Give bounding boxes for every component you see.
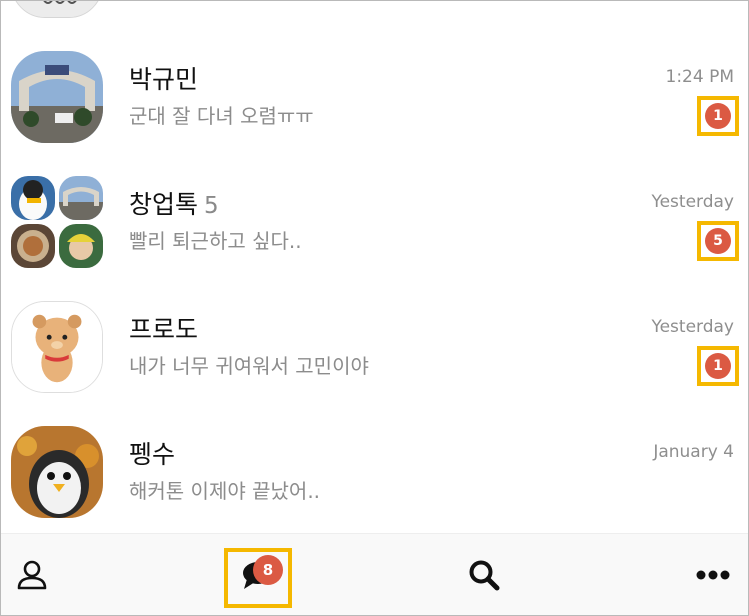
chat-preview: 빨리 퇴근하고 싶다..	[129, 229, 302, 253]
chat-list[interactable]: 박규민 군대 잘 다녀 오렴ㅠㅠ 1:24 PM 1 창업톡 5 빨리 퇴근하고…	[1, 1, 748, 533]
group-photo-collage-icon	[11, 176, 103, 268]
chat-row[interactable]: 펭수 해커톤 이제야 끝났어.. January 4	[1, 426, 748, 533]
frodo-character-icon	[11, 301, 103, 393]
unread-badge: 1	[705, 353, 731, 379]
unread-highlight: 1	[697, 96, 739, 136]
chat-name: 펭수	[129, 440, 176, 469]
person-icon	[17, 560, 47, 590]
chat-name: 프로도	[129, 315, 199, 344]
chat-time: Yesterday	[651, 317, 734, 337]
chat-preview: 해커톤 이제야 끝났어..	[129, 479, 321, 503]
tab-search[interactable]	[451, 534, 517, 615]
search-icon	[469, 560, 500, 591]
member-photo	[11, 224, 55, 268]
more-icon	[696, 570, 730, 580]
unread-highlight: 1	[697, 346, 739, 386]
pengsoo-penguin-icon	[11, 426, 103, 518]
unread-highlight: 5	[697, 221, 739, 261]
chat-time: January 4	[653, 442, 734, 462]
unread-badge: 5	[705, 228, 731, 254]
chats-unread-badge: 8	[253, 555, 283, 585]
member-photo	[11, 176, 55, 220]
chat-row[interactable]: 창업톡 5 빨리 퇴근하고 싶다.. Yesterday 5	[1, 176, 748, 301]
chat-preview: 내가 너무 귀여워서 고민이야	[129, 354, 369, 378]
bottom-tab-bar	[1, 533, 748, 615]
chat-time: Yesterday	[651, 192, 734, 212]
member-photo	[59, 224, 103, 268]
chat-time: 1:24 PM	[665, 67, 735, 87]
military-gate-photo-icon	[11, 51, 103, 143]
unread-badge: 1	[705, 103, 731, 129]
chat-row[interactable]: 박규민 군대 잘 다녀 오렴ㅠㅠ 1:24 PM 1	[1, 51, 748, 176]
tab-more[interactable]	[685, 534, 741, 615]
chat-row[interactable]: 프로도 내가 너무 귀여워서 고민이야 Yesterday 1	[1, 301, 748, 426]
chat-screen: 박규민 군대 잘 다녀 오렴ㅠㅠ 1:24 PM 1 창업톡 5 빨리 퇴근하고…	[0, 0, 749, 616]
tab-friends[interactable]	[1, 534, 63, 615]
chat-name: 창업톡 5	[129, 190, 219, 219]
chat-preview: 군대 잘 다녀 오렴ㅠㅠ	[129, 104, 314, 128]
member-photo	[59, 176, 103, 220]
partial-avatar-top	[11, 1, 103, 18]
chat-name: 박규민	[129, 65, 199, 94]
